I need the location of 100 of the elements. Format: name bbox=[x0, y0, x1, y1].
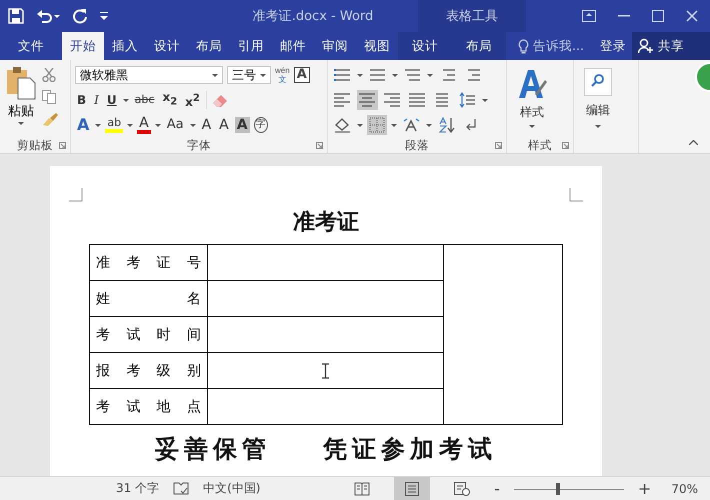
dropdown-icon[interactable] bbox=[357, 124, 363, 126]
table-cell[interactable] bbox=[208, 244, 444, 280]
ribbon-tab[interactable]: 视图 bbox=[356, 32, 398, 60]
dropdown-icon[interactable] bbox=[427, 74, 433, 76]
ribbon-tab[interactable]: 开始 bbox=[62, 32, 104, 60]
zoom-in-button[interactable]: + bbox=[638, 479, 652, 498]
group-label: 字体 bbox=[187, 138, 211, 152]
format-button[interactable]: B bbox=[75, 92, 88, 108]
person-add-icon bbox=[638, 38, 654, 54]
corner-mark-icon bbox=[69, 188, 83, 202]
format-button[interactable]: x$_{2}$ bbox=[160, 89, 180, 111]
share-button[interactable]: 共享 bbox=[632, 32, 710, 60]
justify-icon bbox=[409, 92, 426, 108]
ribbon-display-icon[interactable] bbox=[582, 10, 596, 22]
ribbon-tab[interactable]: 文件 bbox=[0, 32, 62, 60]
dropdown-icon[interactable] bbox=[357, 74, 363, 76]
ribbon-tab[interactable]: 引用 bbox=[230, 32, 272, 60]
format-button[interactable]: Aa bbox=[164, 117, 186, 133]
format-button[interactable]: A bbox=[234, 117, 250, 133]
format-button[interactable]: A bbox=[217, 117, 231, 133]
dropdown-icon bbox=[529, 125, 535, 128]
format-button[interactable]: A bbox=[200, 117, 214, 133]
dropdown-icon[interactable] bbox=[127, 124, 134, 126]
tell-me-field[interactable]: 告诉我... bbox=[506, 32, 594, 60]
dropdown-icon bbox=[595, 125, 601, 128]
zoom-level[interactable]: 70% bbox=[665, 482, 698, 496]
dropdown-icon[interactable] bbox=[190, 124, 196, 126]
zoom-slider[interactable] bbox=[514, 482, 624, 496]
group-label: 样式 bbox=[528, 138, 552, 152]
paragraph-button[interactable] bbox=[357, 90, 378, 110]
text-cursor-icon bbox=[322, 362, 329, 379]
ribbon-tab[interactable]: 布局 bbox=[452, 32, 506, 60]
styles-button[interactable]: 样式 bbox=[511, 64, 553, 137]
paragraph-button[interactable] bbox=[436, 115, 457, 135]
footer-text: 凭证参加考试 bbox=[323, 434, 497, 465]
font-size-field[interactable]: 三号 bbox=[227, 66, 271, 84]
maximize-icon[interactable] bbox=[652, 10, 664, 22]
dropdown-icon[interactable] bbox=[95, 124, 102, 126]
format-button[interactable]: A bbox=[137, 116, 151, 134]
customize-icon[interactable] bbox=[100, 12, 108, 20]
save-icon[interactable] bbox=[8, 8, 24, 24]
styles-icon bbox=[517, 68, 547, 100]
dropdown-icon[interactable] bbox=[391, 124, 397, 126]
character-border-button[interactable]: A bbox=[294, 67, 310, 83]
dropdown-icon[interactable] bbox=[392, 74, 398, 76]
proofing-icon[interactable] bbox=[173, 482, 190, 496]
page-icon bbox=[404, 482, 420, 496]
zoom-out-button[interactable]: - bbox=[494, 479, 500, 498]
ribbon-tab[interactable]: 审阅 bbox=[314, 32, 356, 60]
launcher-icon[interactable] bbox=[59, 142, 66, 149]
format-button[interactable]: 字 bbox=[254, 117, 268, 133]
minimize-icon[interactable] bbox=[618, 15, 630, 17]
format-button[interactable]: A bbox=[75, 117, 92, 133]
ribbon-tab[interactable]: 设计 bbox=[398, 32, 452, 60]
ribbon-tab[interactable]: 布局 bbox=[188, 32, 230, 60]
context-title: 表格工具 bbox=[446, 8, 498, 25]
footer-text: 妥善保管 bbox=[155, 434, 271, 465]
dropdown-icon[interactable] bbox=[426, 124, 432, 126]
group-label: 剪贴板 bbox=[17, 138, 53, 152]
table-cell: 报 考 级 别 bbox=[90, 352, 208, 388]
launcher-icon[interactable] bbox=[495, 142, 502, 149]
ribbon-tab[interactable]: 设计 bbox=[146, 32, 188, 60]
undo-icon[interactable] bbox=[36, 8, 60, 24]
format-button[interactable]: U bbox=[104, 92, 119, 108]
sign-in-link[interactable]: 登录 bbox=[594, 32, 632, 60]
paragraph-button[interactable] bbox=[367, 115, 387, 135]
paste-button[interactable]: 粘贴 bbox=[4, 64, 38, 137]
document-title: 准考证 bbox=[293, 209, 359, 237]
format-button[interactable]: ab bbox=[105, 117, 124, 133]
collapse-ribbon-icon[interactable] bbox=[689, 140, 698, 145]
zoom-slider-thumb[interactable] bbox=[556, 482, 560, 494]
scissors-icon[interactable] bbox=[42, 68, 56, 82]
format-button[interactable]: abc bbox=[132, 92, 156, 108]
format-button[interactable]: I bbox=[92, 92, 101, 108]
ribbon-tab[interactable]: 邮件 bbox=[272, 32, 314, 60]
format-button[interactable]: x$^{2}$ bbox=[183, 90, 202, 110]
phonetic-guide-button[interactable]: wén 文 bbox=[275, 66, 290, 84]
sort-icon bbox=[438, 117, 455, 133]
copy-icon[interactable] bbox=[42, 90, 56, 104]
paragraph-button[interactable] bbox=[457, 90, 478, 110]
editing-button[interactable]: 编辑 bbox=[578, 64, 618, 153]
word-count[interactable]: 31 个字 bbox=[116, 480, 160, 497]
clipboard-icon bbox=[6, 66, 36, 100]
table-cell: 姓 名 bbox=[90, 280, 208, 316]
dropdown-icon bbox=[212, 74, 218, 76]
view-button[interactable] bbox=[394, 477, 430, 500]
book-icon bbox=[354, 482, 370, 496]
table-cell: 准 考 证 号 bbox=[90, 244, 208, 280]
font-name-field[interactable]: 微软雅黑 bbox=[75, 66, 223, 84]
redo-icon[interactable] bbox=[72, 8, 88, 24]
dropdown-icon[interactable] bbox=[122, 98, 129, 102]
dropdown-icon[interactable] bbox=[154, 124, 161, 126]
right-icon bbox=[384, 92, 401, 108]
ribbon-tab[interactable]: 插入 bbox=[104, 32, 146, 60]
bullets-icon bbox=[334, 67, 351, 83]
language-indicator[interactable]: 中文(中国) bbox=[203, 480, 260, 497]
launcher-icon[interactable] bbox=[316, 142, 323, 149]
close-icon[interactable] bbox=[686, 10, 698, 22]
launcher-icon[interactable] bbox=[562, 142, 569, 149]
dropdown-icon[interactable] bbox=[482, 98, 488, 102]
